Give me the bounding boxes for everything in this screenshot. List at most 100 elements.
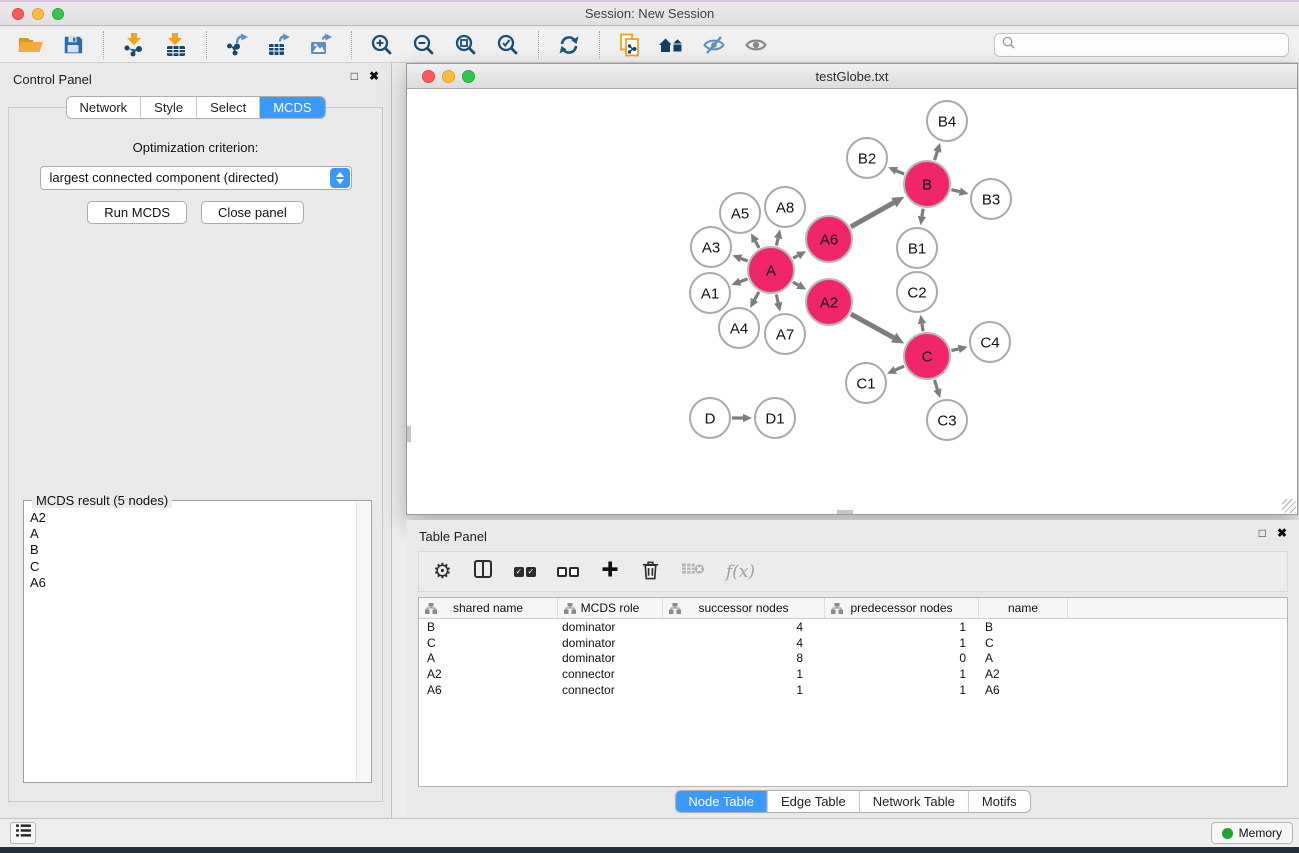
node-A[interactable]: A bbox=[748, 247, 794, 293]
node-A8[interactable]: A8 bbox=[765, 187, 805, 227]
memory-button[interactable]: Memory bbox=[1211, 822, 1293, 844]
tab-mcds[interactable]: MCDS bbox=[259, 97, 324, 118]
zoom-fit-button[interactable] bbox=[448, 30, 484, 60]
edge-C-C1[interactable] bbox=[887, 366, 904, 374]
mcds-result-item[interactable]: C bbox=[30, 559, 371, 575]
edge-A2-C[interactable] bbox=[851, 314, 904, 343]
export-table-button[interactable] bbox=[261, 30, 297, 60]
close-table-panel-icon[interactable]: ✖ bbox=[1277, 527, 1287, 539]
hide-selected-button[interactable] bbox=[696, 30, 732, 60]
function-builder-button[interactable]: f(x) bbox=[726, 562, 755, 582]
export-image-button[interactable] bbox=[303, 30, 339, 60]
edge-A-A8[interactable] bbox=[774, 229, 782, 245]
edge-A-A6[interactable] bbox=[793, 251, 806, 259]
node-C3[interactable]: C3 bbox=[927, 400, 967, 440]
minimize-window-button[interactable] bbox=[32, 8, 44, 20]
table-cell[interactable]: A2 bbox=[419, 667, 558, 681]
search-field[interactable] bbox=[994, 33, 1289, 57]
home-view-button[interactable] bbox=[654, 30, 690, 60]
column-header-successor-nodes[interactable]: successor nodes bbox=[663, 598, 825, 618]
node-A5[interactable]: A5 bbox=[720, 193, 760, 233]
node-C1[interactable]: C1 bbox=[846, 363, 886, 403]
duplicate-network-button[interactable] bbox=[612, 30, 648, 60]
run-mcds-button[interactable]: Run MCDS bbox=[87, 201, 187, 224]
node-B3[interactable]: B3 bbox=[971, 179, 1011, 219]
edge-B-B2[interactable] bbox=[888, 167, 904, 175]
table-cell[interactable]: B bbox=[979, 620, 1068, 634]
close-panel-button[interactable]: Close panel bbox=[201, 201, 304, 224]
table-settings-button[interactable]: ⚙ bbox=[433, 561, 452, 582]
resize-grip[interactable] bbox=[1282, 499, 1296, 513]
table-row[interactable]: Adominator80A bbox=[419, 651, 1287, 667]
network-canvas[interactable]: B4B2BB3A5A8A6A3B1AA1C2A2A4A7C4CC1C3DD1 bbox=[407, 90, 1297, 514]
table-cell[interactable]: A2 bbox=[979, 667, 1068, 681]
column-header-MCDS-role[interactable]: MCDS role bbox=[558, 598, 663, 618]
open-session-button[interactable] bbox=[13, 30, 49, 60]
mcds-result-item[interactable]: A6 bbox=[30, 575, 371, 591]
column-header-predecessor-nodes[interactable]: predecessor nodes bbox=[825, 598, 979, 618]
table-cell[interactable]: 1 bbox=[663, 667, 825, 681]
table-cell[interactable]: A bbox=[419, 651, 558, 665]
node-A6[interactable]: A6 bbox=[806, 216, 852, 262]
node-B2[interactable]: B2 bbox=[847, 138, 887, 178]
tab-motifs[interactable]: Motifs bbox=[968, 791, 1030, 812]
node-B4[interactable]: B4 bbox=[927, 101, 967, 141]
table-cell[interactable]: 1 bbox=[825, 683, 979, 697]
table-cell[interactable]: 4 bbox=[663, 620, 825, 634]
table-row[interactable]: Cdominator41C bbox=[419, 635, 1287, 651]
float-panel-icon[interactable]: □ bbox=[351, 70, 358, 82]
table-cell[interactable]: A bbox=[979, 651, 1068, 665]
node-A1[interactable]: A1 bbox=[690, 273, 730, 313]
zoom-window-button[interactable] bbox=[52, 8, 64, 20]
zoom-selected-button[interactable] bbox=[490, 30, 526, 60]
node-C4[interactable]: C4 bbox=[970, 322, 1010, 362]
table-cell[interactable]: A6 bbox=[419, 683, 558, 697]
node-A3[interactable]: A3 bbox=[691, 227, 731, 267]
import-network-button[interactable] bbox=[116, 30, 152, 60]
edge-C-C3[interactable] bbox=[933, 380, 941, 398]
float-table-panel-icon[interactable]: □ bbox=[1259, 527, 1266, 539]
edge-A-A5[interactable] bbox=[751, 233, 759, 248]
select-all-button[interactable]: ✓✓ bbox=[514, 567, 536, 577]
tab-style[interactable]: Style bbox=[140, 97, 196, 118]
table-row[interactable]: A6connector11A6 bbox=[419, 682, 1287, 698]
edge-A-A3[interactable] bbox=[732, 254, 747, 262]
refresh-layout-button[interactable] bbox=[551, 30, 587, 60]
table-cell[interactable]: connector bbox=[558, 683, 663, 697]
edge-C-C4[interactable] bbox=[951, 345, 967, 353]
tab-select[interactable]: Select bbox=[196, 97, 259, 118]
mcds-result-item[interactable]: B bbox=[30, 542, 371, 558]
table-cell[interactable]: 4 bbox=[663, 636, 825, 650]
tab-node-table[interactable]: Node Table bbox=[675, 791, 767, 812]
edge-B-B3[interactable] bbox=[951, 188, 968, 196]
table-cell[interactable]: dominator bbox=[558, 651, 663, 665]
result-scrollbar[interactable] bbox=[356, 502, 370, 781]
network-minimize-button[interactable] bbox=[442, 70, 455, 83]
table-cell[interactable]: connector bbox=[558, 667, 663, 681]
tab-edge-table[interactable]: Edge Table bbox=[767, 791, 859, 812]
node-B1[interactable]: B1 bbox=[897, 228, 937, 268]
tab-network-table[interactable]: Network Table bbox=[859, 791, 968, 812]
zoom-out-button[interactable] bbox=[406, 30, 442, 60]
delete-table-button[interactable] bbox=[681, 560, 705, 583]
mcds-result-item[interactable]: A2 bbox=[30, 510, 371, 526]
network-zoom-button[interactable] bbox=[462, 70, 475, 83]
node-C[interactable]: C bbox=[904, 333, 950, 379]
zoom-in-button[interactable] bbox=[364, 30, 400, 60]
export-network-button[interactable] bbox=[219, 30, 255, 60]
table-cell[interactable]: C bbox=[979, 636, 1068, 650]
node-A7[interactable]: A7 bbox=[765, 314, 805, 354]
node-B[interactable]: B bbox=[904, 161, 950, 207]
edge-B-B1[interactable] bbox=[918, 209, 926, 226]
save-session-button[interactable] bbox=[55, 30, 91, 60]
table-cell[interactable]: dominator bbox=[558, 636, 663, 650]
table-cell[interactable]: C bbox=[419, 636, 558, 650]
table-cell[interactable]: 1 bbox=[663, 683, 825, 697]
edge-C-C2[interactable] bbox=[918, 315, 926, 332]
import-table-button[interactable] bbox=[158, 30, 194, 60]
table-cell[interactable]: 1 bbox=[825, 620, 979, 634]
table-cell[interactable]: 8 bbox=[663, 651, 825, 665]
table-cell[interactable]: 1 bbox=[825, 636, 979, 650]
edge-A6-B[interactable] bbox=[851, 197, 905, 227]
vertical-scroll-tick[interactable] bbox=[407, 426, 411, 442]
